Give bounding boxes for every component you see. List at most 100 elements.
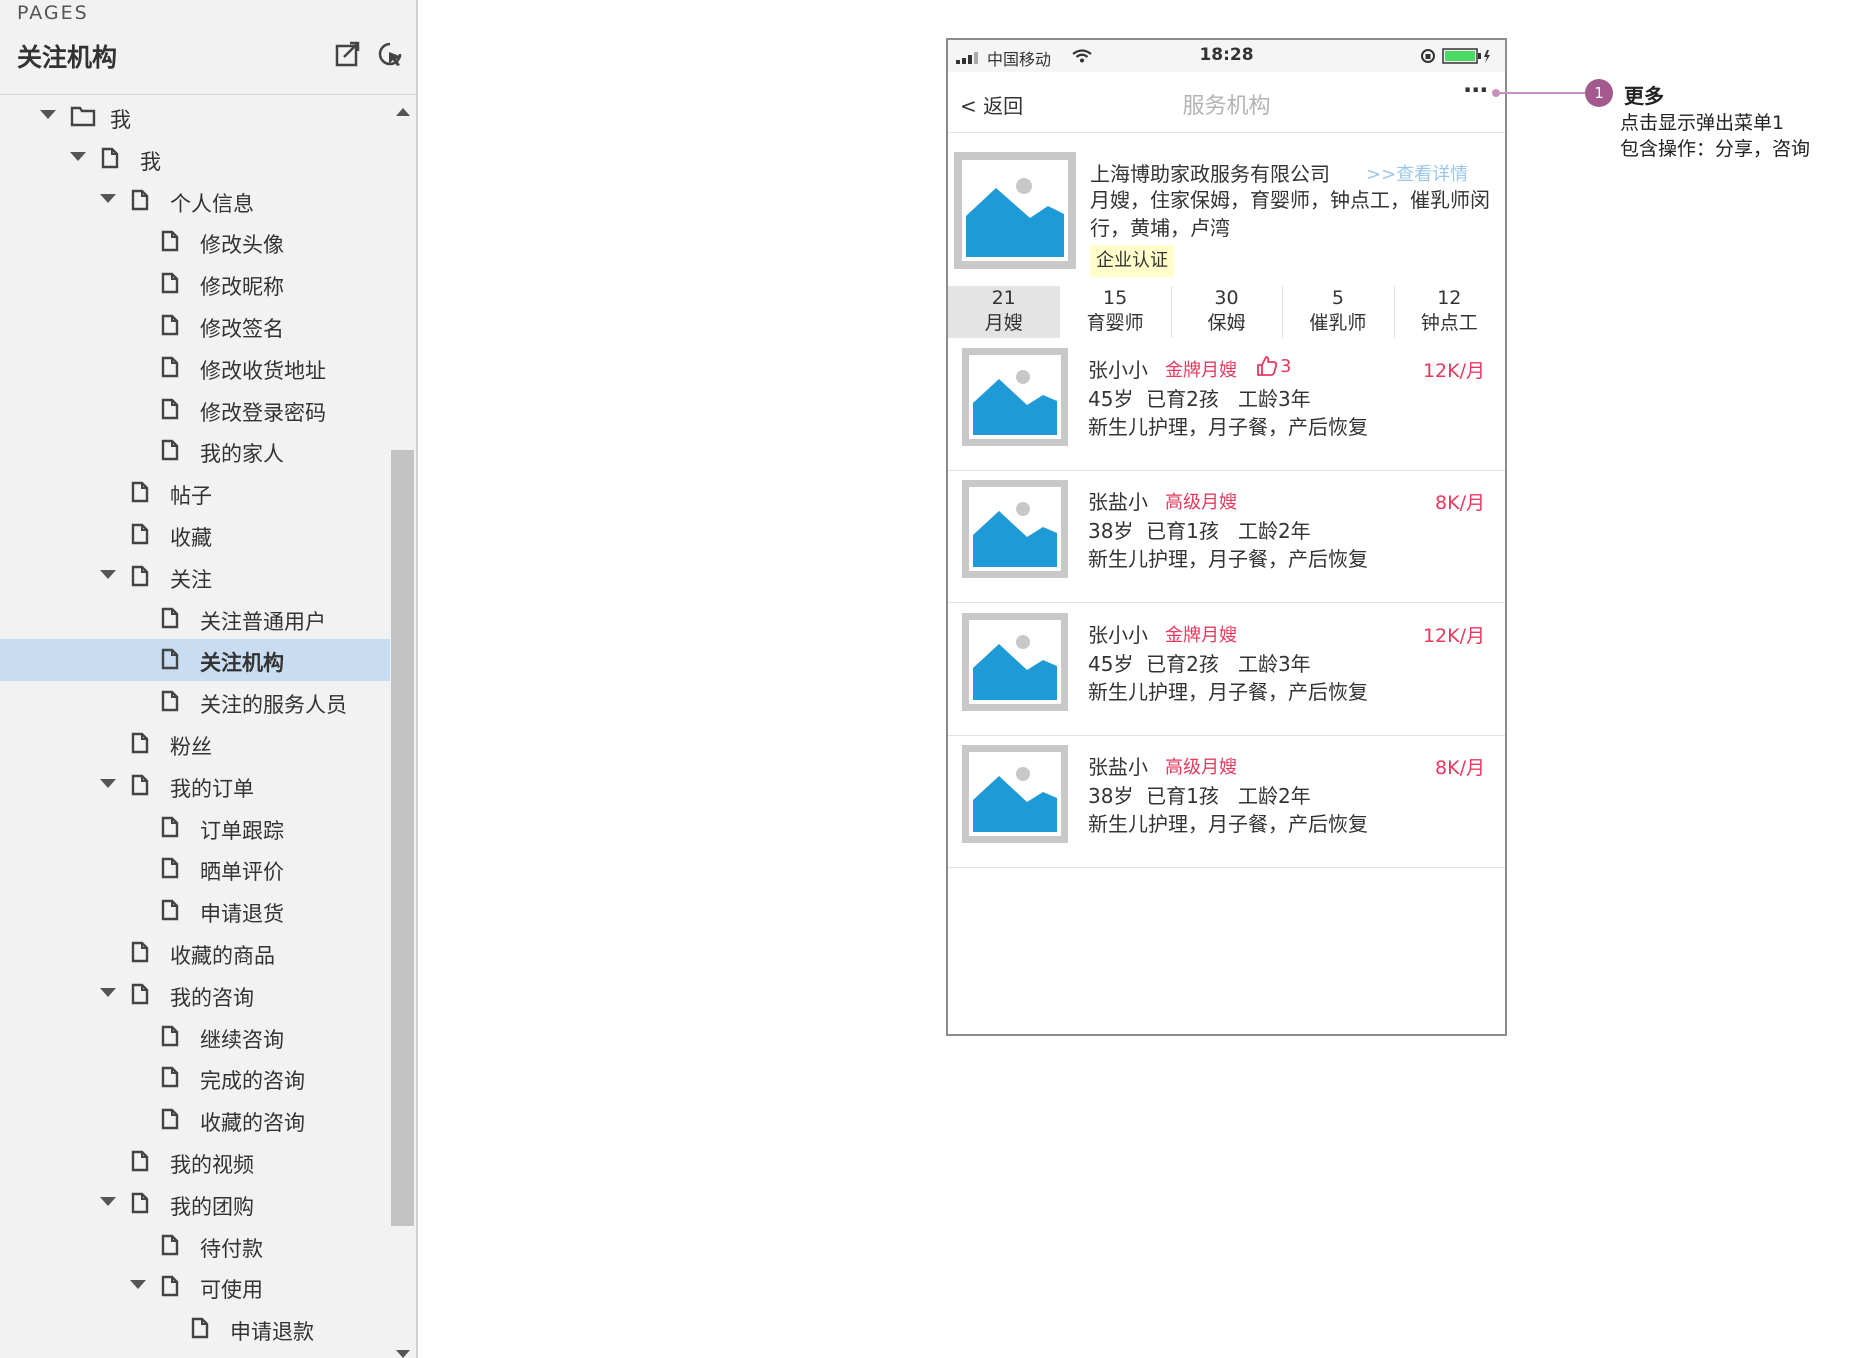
tree-item[interactable]: 粉丝 <box>0 723 390 765</box>
enterprise-certified-badge: 企业认证 <box>1090 245 1174 277</box>
tree-item[interactable]: 我的咨询 <box>0 974 390 1016</box>
org-name: 上海博助家政服务有限公司 <box>1090 162 1330 186</box>
scrollbar-thumb[interactable] <box>391 450 414 1226</box>
expand-toggle-icon[interactable] <box>70 151 86 161</box>
category-count: 15 <box>1102 287 1128 309</box>
tree-item[interactable]: 收藏的咨询 <box>0 1099 390 1141</box>
battery-icon <box>1442 48 1490 64</box>
page-icon <box>161 440 179 461</box>
category-tab[interactable]: 21 月嫂 <box>948 286 1060 338</box>
page-icon <box>161 1276 179 1297</box>
worker-skills: 新生儿护理，月子餐，产后恢复 <box>1088 415 1368 439</box>
worker-card[interactable]: 张小小 金牌月嫂 3 12K/月 45岁 已育2孩 工龄3年 新生儿护理，月子餐，产后恢复 <box>948 338 1505 471</box>
tree-item-label: 修改头像 <box>200 233 284 258</box>
tree-item[interactable]: 关注机构 <box>0 639 390 682</box>
page-icon <box>131 983 149 1004</box>
category-count: 21 <box>991 287 1016 309</box>
tree-item[interactable]: 关注 <box>0 556 390 598</box>
pages-panel: PAGES 关注机构 我我个人信息 修改头像 修改昵称 修改签名 修改收货地址 修改登录密… <box>0 0 418 1358</box>
more-menu-button[interactable]: ··· <box>1463 76 1488 104</box>
tree-item-label: 我 <box>140 149 161 174</box>
tree-item[interactable]: 我的视频 <box>0 1141 390 1183</box>
worker-card[interactable]: 张盐小 高级月嫂 8K/月 38岁 已育1孩 工龄2年 新生儿护理，月子餐，产后恢复 <box>948 735 1505 868</box>
tree-item[interactable]: 修改昵称 <box>0 263 390 305</box>
category-tab[interactable]: 5 催乳师 <box>1282 286 1393 338</box>
page-icon <box>161 398 179 419</box>
view-details-link[interactable]: >>查看详情 <box>1366 160 1468 186</box>
expand-toggle-icon[interactable] <box>100 1196 116 1206</box>
tree-item[interactable]: 我 <box>0 138 390 180</box>
tree-item[interactable]: 修改头像 <box>0 221 390 263</box>
tree-item-label: 待付款 <box>200 1236 263 1261</box>
annotation-anchor-dot <box>1492 89 1500 97</box>
worker-info: 38岁 已育1孩 工龄2年 <box>1088 784 1311 808</box>
worker-card[interactable]: 张盐小 高级月嫂 8K/月 38岁 已育1孩 工龄2年 新生儿护理，月子餐，产后恢复 <box>948 470 1505 603</box>
category-label: 月嫂 <box>984 312 1023 334</box>
tree-item[interactable]: 个人信息 <box>0 180 390 222</box>
tree-item[interactable]: 晒单评价 <box>0 848 390 890</box>
tree-item-label: 关注的服务人员 <box>200 693 347 718</box>
worker-level-tag: 金牌月嫂 <box>1165 625 1237 646</box>
page-icon <box>131 565 149 586</box>
category-tab[interactable]: 30 保姆 <box>1171 286 1282 338</box>
tree-item[interactable]: 帖子 <box>0 472 390 514</box>
page-icon <box>101 147 119 168</box>
tree-item[interactable]: 我的团购 <box>0 1183 390 1225</box>
thumbs-up-icon[interactable] <box>1256 355 1278 377</box>
tree-item-label: 修改登录密码 <box>200 400 326 425</box>
worker-info: 38岁 已育1孩 工龄2年 <box>1088 519 1311 543</box>
expand-toggle-icon[interactable] <box>100 778 116 788</box>
tree-item[interactable]: 完成的咨询 <box>0 1057 390 1099</box>
tree-item[interactable]: 修改收货地址 <box>0 347 390 389</box>
tree-item[interactable]: 收藏 <box>0 514 390 556</box>
page-icon <box>131 189 149 210</box>
tree-item[interactable]: 收藏的商品 <box>0 932 390 974</box>
tree-item-label: 完成的咨询 <box>200 1069 305 1094</box>
annotation-line-1: 点击显示弹出菜单1 <box>1620 112 1785 134</box>
tree-item[interactable]: 待付款 <box>0 1225 390 1267</box>
expand-toggle-icon[interactable] <box>40 110 56 119</box>
expand-toggle-icon[interactable] <box>100 193 116 203</box>
tree-item[interactable]: 修改签名 <box>0 305 390 347</box>
category-label: 钟点工 <box>1420 312 1478 334</box>
tree-item[interactable]: 订单跟踪 <box>0 807 390 849</box>
tree-item[interactable]: 申请退货 <box>0 890 390 932</box>
org-services: 月嫂，住家保姆，育婴师，钟点工，催乳师闵行，黄埔，卢湾 <box>1090 188 1490 240</box>
expand-toggle-icon[interactable] <box>100 569 116 579</box>
tree-item-label: 可使用 <box>200 1278 263 1303</box>
expand-toggle-icon[interactable] <box>100 987 116 997</box>
image-placeholder-icon <box>973 502 1057 567</box>
tree-item-label: 我 <box>110 108 131 132</box>
scroll-up-arrow[interactable] <box>396 108 410 116</box>
expand-toggle-icon[interactable] <box>130 1280 146 1290</box>
orientation-lock-icon <box>1421 49 1435 63</box>
tree-item[interactable]: 申请退款 <box>0 1308 390 1350</box>
worker-name: 张盐小 <box>1088 490 1148 514</box>
category-label: 催乳师 <box>1309 312 1367 334</box>
tree-item[interactable]: 关注的服务人员 <box>0 681 390 723</box>
worker-name: 张盐小 <box>1088 755 1148 779</box>
tree-item-label: 继续咨询 <box>200 1027 284 1052</box>
tree-item-label: 收藏的商品 <box>170 943 275 968</box>
category-tab[interactable]: 15 育婴师 <box>1059 286 1170 338</box>
tree-item[interactable]: 可使用 <box>0 1266 390 1308</box>
tree-item[interactable]: 我的家人 <box>0 430 390 472</box>
tree-item[interactable]: 我的订单 <box>0 765 390 807</box>
category-tab[interactable]: 12 钟点工 <box>1394 286 1505 338</box>
tab-divider <box>1393 286 1395 338</box>
pointer-select-icon[interactable] <box>376 40 404 68</box>
tree-item[interactable]: 我 <box>0 96 390 138</box>
page-icon <box>131 732 149 754</box>
worker-info: 45岁 已育2孩 工龄3年 <box>1088 652 1311 676</box>
worker-card[interactable]: 张小小 金牌月嫂 12K/月 45岁 已育2孩 工龄3年 新生儿护理，月子餐，产后恢复 <box>948 603 1505 736</box>
tree-item-label: 申请退款 <box>230 1320 314 1345</box>
page-icon <box>161 1067 179 1088</box>
tree-item[interactable]: 关注普通用户 <box>0 598 390 640</box>
scroll-down-arrow[interactable] <box>396 1350 410 1358</box>
category-label: 保姆 <box>1207 312 1246 334</box>
tree-item[interactable]: 继续咨询 <box>0 1016 390 1058</box>
export-icon[interactable] <box>334 40 362 68</box>
tree-item-label: 申请退货 <box>200 902 284 927</box>
tree-item[interactable]: 修改登录密码 <box>0 389 390 431</box>
nav-bar: < 返回 服务机构 ··· <box>948 72 1505 133</box>
